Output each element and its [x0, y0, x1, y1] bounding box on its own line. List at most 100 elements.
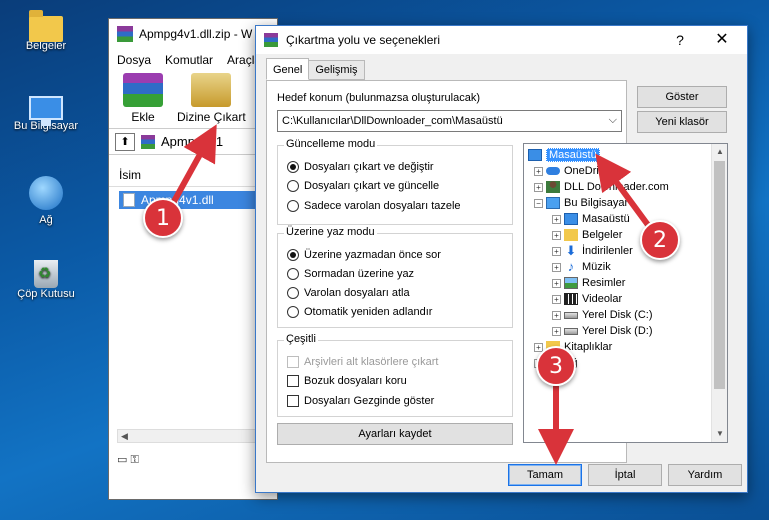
video-icon [564, 293, 578, 305]
scroll-down-icon[interactable]: ▼ [712, 426, 727, 442]
horizontal-scrollbar[interactable]: ◀ [117, 429, 267, 443]
tree-node-label: İndirilenler [582, 245, 633, 257]
show-button[interactable]: Göster [637, 86, 727, 108]
desktop-icon-this-pc[interactable]: Bu Bilgisayar [4, 92, 88, 132]
radio-indicator [287, 200, 299, 212]
winrar-toolbar: Ekle Dizine Çıkart [109, 71, 277, 129]
scroll-up-icon[interactable]: ▲ [712, 144, 727, 160]
close-icon[interactable]: ✕ [711, 30, 733, 50]
tree-node-pc-desktop[interactable]: + Masaüstü [552, 211, 630, 227]
desktop-icon-documents[interactable]: Belgeler [4, 10, 88, 52]
dest-path-value: C:\Kullanıcılar\DllDownloader_com\Masaüs… [282, 115, 503, 127]
tree-node-music[interactable]: + ♪ Müzik [552, 259, 611, 275]
user-folder-icon [29, 10, 63, 42]
tab-general[interactable]: Genel [266, 58, 310, 80]
add-button[interactable]: Ekle [123, 71, 163, 124]
desktop-icon-network[interactable]: Ağ [4, 176, 88, 226]
expand-icon[interactable]: + [552, 310, 561, 320]
expand-icon[interactable]: + [552, 278, 561, 288]
dialog-titlebar[interactable]: Çıkartma yolu ve seçenekleri ? ✕ [256, 26, 747, 54]
radio-extract-replace[interactable]: Dosyaları çıkart ve değiştir [287, 161, 434, 173]
radio-label: Dosyaları çıkart ve değiştir [304, 161, 434, 173]
expand-icon[interactable]: + [552, 214, 561, 224]
tree-node-label: OneDrive [564, 165, 611, 177]
tree-node-desktop[interactable]: Masaüstü [528, 147, 600, 163]
tree-node-disk-c[interactable]: + Yerel Disk (C:) [552, 307, 653, 323]
tab-advanced[interactable]: Gelişmiş [308, 60, 365, 80]
checkbox-keep-broken-files[interactable]: Bozuk dosyaları koru [287, 375, 407, 387]
tree-vertical-scrollbar[interactable]: ▲ ▼ [711, 144, 727, 442]
column-header-name[interactable]: İsim [109, 163, 277, 187]
dest-label: Hedef konum (bulunmazsa oluşturulacak) [277, 92, 480, 104]
expand-icon[interactable]: + [534, 166, 543, 176]
winrar-path[interactable]: Apmpg4v1 [161, 134, 223, 149]
download-icon: ⬇ [565, 243, 577, 258]
dest-path-combobox[interactable]: C:\Kullanıcılar\DllDownloader_com\Masaüs… [277, 110, 622, 132]
ok-button[interactable]: Tamam [508, 464, 582, 486]
dialog-tabs: Genel Gelişmiş [266, 58, 365, 80]
cloud-icon [546, 167, 560, 175]
music-icon: ♪ [567, 259, 575, 274]
tree-node-downloads[interactable]: + ⬇ İndirilenler [552, 243, 633, 259]
expand-icon[interactable]: + [552, 294, 561, 304]
radio-label: Üzerine yazmadan önce sor [304, 249, 441, 261]
menu-commands[interactable]: Komutlar [165, 53, 213, 67]
checkbox-extract-to-subfolders[interactable]: Arşivleri alt klasörlere çıkart [287, 356, 438, 368]
add-button-label: Ekle [131, 110, 155, 124]
folder-tree[interactable]: Masaüstü + OneDrive + DLL Downloader.com… [523, 143, 728, 443]
radio-overwrite-without-prompt[interactable]: Sormadan üzerine yaz [287, 268, 414, 280]
radio-label: Sadece varolan dosyaları tazele [304, 200, 461, 212]
tree-node-this-pc[interactable]: − Bu Bilgisayar [534, 195, 628, 211]
annotation-badge-2: 2 [640, 220, 680, 260]
tree-node-onedrive[interactable]: + OneDrive [534, 163, 610, 179]
radio-indicator [287, 249, 299, 261]
checkbox-indicator [287, 375, 299, 387]
expand-icon[interactable]: + [552, 230, 561, 240]
expand-icon[interactable]: + [534, 182, 543, 192]
help-icon[interactable]: ? [669, 30, 691, 50]
radio-skip-existing[interactable]: Varolan dosyaları atla [287, 287, 410, 299]
winrar-titlebar[interactable]: Apmpg4v1.dll.zip - W [109, 19, 277, 49]
tree-node-disk-d[interactable]: + Yerel Disk (D:) [552, 323, 653, 339]
scrollbar-thumb[interactable] [714, 161, 725, 389]
disk-icon [564, 311, 578, 319]
misc-group: Çeşitli Arşivleri alt klasörlere çıkart … [277, 333, 513, 417]
collapse-icon[interactable]: − [534, 198, 543, 208]
user-icon [546, 181, 560, 193]
expand-icon[interactable]: + [552, 262, 561, 272]
annotation-badge-3: 3 [536, 346, 576, 386]
new-folder-button[interactable]: Yeni klasör [637, 111, 727, 133]
folder-icon [564, 229, 578, 241]
radio-auto-rename[interactable]: Otomatik yeniden adlandır [287, 306, 432, 318]
help-button[interactable]: Yardım [668, 464, 742, 486]
radio-label: Otomatik yeniden adlandır [304, 306, 433, 318]
up-folder-icon[interactable]: ⬆ [115, 132, 135, 151]
checkbox-show-in-explorer[interactable]: Dosyaları Gezginde göster [287, 395, 434, 407]
radio-extract-update[interactable]: Dosyaları çıkart ve güncelle [287, 180, 439, 192]
annotation-badge-1: 1 [143, 198, 183, 238]
status-bar-icons: ▭ ⚿ [117, 454, 139, 466]
desktop-icon [528, 149, 542, 161]
tree-node-user[interactable]: + DLL Downloader.com [534, 179, 669, 195]
network-icon [29, 176, 63, 210]
menu-file[interactable]: Dosya [117, 53, 151, 67]
tree-node-documents[interactable]: + Belgeler [552, 227, 622, 243]
chevron-down-icon[interactable]: ⌵ [609, 114, 617, 127]
expand-icon[interactable]: + [552, 246, 561, 256]
tree-node-label: Bu Bilgisayar [564, 197, 629, 209]
radio-ask-before-overwrite[interactable]: Üzerine yazmadan önce sor [287, 249, 441, 261]
tree-node-videos[interactable]: + Videolar [552, 291, 622, 307]
save-settings-button[interactable]: Ayarları kaydet [277, 423, 513, 445]
radio-freshen-existing[interactable]: Sadece varolan dosyaları tazele [287, 200, 461, 212]
expand-icon[interactable]: + [552, 326, 561, 336]
group-title: Çeşitli [284, 333, 318, 345]
archive-icon [141, 134, 155, 149]
file-row[interactable]: Apmpg4v1.dll [119, 191, 269, 209]
radio-label: Dosyaları çıkart ve güncelle [304, 180, 440, 192]
group-title: Güncelleme modu [284, 138, 378, 150]
extract-to-button[interactable]: Dizine Çıkart [177, 71, 246, 124]
scroll-left-icon[interactable]: ◀ [121, 431, 128, 442]
tree-node-pictures[interactable]: + Resimler [552, 275, 625, 291]
desktop-icon-recycle-bin[interactable]: Çöp Kutusu [4, 256, 88, 300]
cancel-button[interactable]: İptal [588, 464, 662, 486]
